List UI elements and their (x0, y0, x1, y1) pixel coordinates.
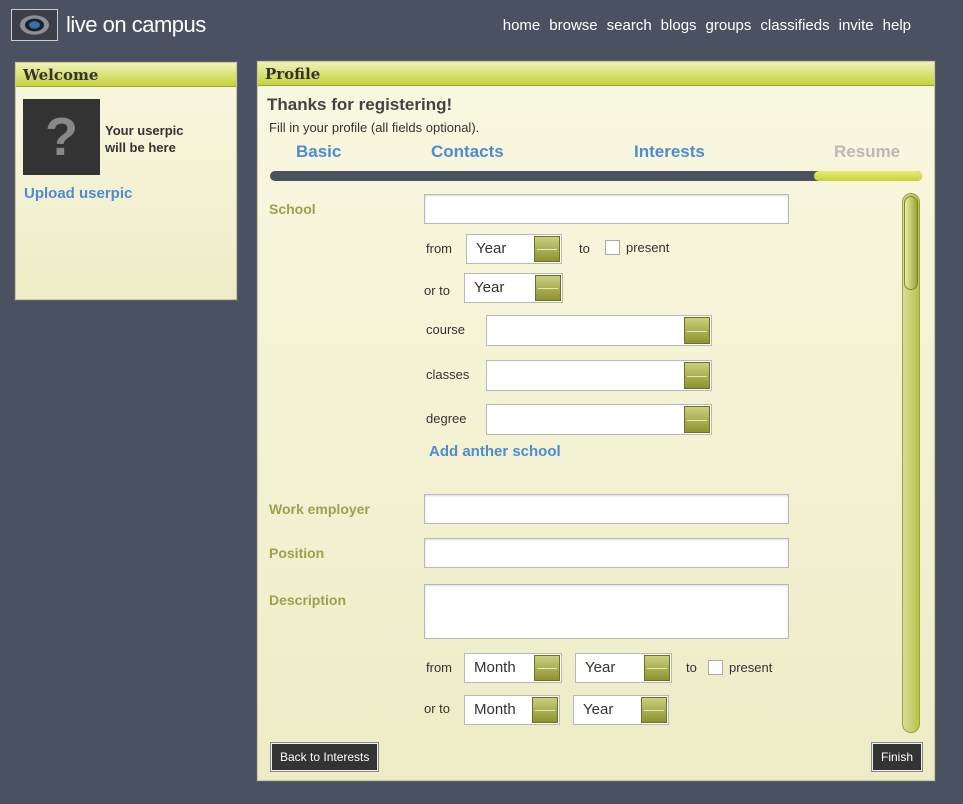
nav-search-link[interactable]: search (607, 17, 652, 34)
position-input[interactable] (424, 538, 789, 568)
profile-subtitle: Fill in your profile (all fields optiona… (269, 120, 480, 135)
classes-select[interactable] (486, 360, 712, 391)
work-present-label: present (729, 660, 773, 675)
nav-blogs-link[interactable]: blogs (661, 17, 697, 34)
work-or-to-year-select[interactable]: Year (573, 695, 669, 725)
nav-classifieds-link[interactable]: classifieds (760, 17, 829, 34)
work-from-month-value: Month (474, 659, 516, 676)
welcome-panel: Welcome ? Your userpic will be here Uplo… (15, 62, 237, 300)
nav-invite-link[interactable]: invite (839, 17, 874, 34)
progress-fill (814, 171, 922, 181)
nav-home-link[interactable]: home (503, 17, 541, 34)
school-present-label: present (626, 240, 670, 255)
work-from-month-select[interactable]: Month (464, 653, 562, 683)
description-textarea[interactable] (424, 584, 789, 639)
work-from-label: from (426, 660, 452, 675)
profile-panel-title: Profile (258, 62, 934, 86)
eye-logo-icon[interactable] (11, 9, 58, 41)
work-or-to-year-value: Year (583, 701, 614, 718)
school-or-to-year-select[interactable]: Year (464, 273, 563, 303)
school-to-label: to (579, 241, 590, 256)
userpic-hint-line1: Your userpic (105, 123, 184, 138)
classes-label: classes (426, 367, 470, 382)
school-or-to-label: or to (424, 283, 451, 298)
wizard-progress-bar (270, 171, 922, 181)
work-present-checkbox[interactable] (708, 660, 723, 675)
dropdown-arrow-icon[interactable] (644, 655, 670, 681)
brand-name[interactable]: live on campus (66, 12, 206, 38)
dropdown-arrow-icon[interactable] (534, 655, 560, 681)
step-resume: Resume (834, 142, 901, 161)
school-from-label: from (426, 241, 452, 256)
school-input[interactable] (424, 194, 789, 224)
nav-help-link[interactable]: help (883, 17, 911, 34)
dropdown-arrow-icon[interactable] (641, 697, 667, 723)
dropdown-arrow-icon[interactable] (534, 236, 560, 262)
school-present-checkbox[interactable] (605, 240, 620, 255)
thanks-heading: Thanks for registering! (267, 95, 453, 114)
dropdown-arrow-icon[interactable] (684, 317, 710, 344)
add-another-school-link[interactable]: Add anther school (429, 443, 561, 460)
work-to-label: to (686, 660, 697, 675)
school-or-to-year-value: Year (474, 279, 505, 296)
work-from-year-value: Year (585, 659, 616, 676)
dropdown-arrow-icon[interactable] (532, 697, 558, 723)
work-from-year-select[interactable]: Year (575, 653, 672, 683)
welcome-panel-title: Welcome (16, 63, 236, 87)
work-or-to-label: or to (424, 701, 451, 716)
step-basic[interactable]: Basic (296, 142, 341, 162)
main-nav: home browse search blogs groups classifi… (494, 17, 911, 34)
work-employer-input[interactable] (424, 494, 789, 524)
course-label: course (426, 322, 466, 337)
nav-groups-link[interactable]: groups (706, 17, 752, 34)
school-from-year-value: Year (476, 240, 507, 257)
userpic-placeholder: ? (23, 99, 100, 175)
scrollbar-thumb[interactable] (904, 196, 918, 290)
dropdown-arrow-icon[interactable] (535, 275, 561, 301)
dropdown-arrow-icon[interactable] (684, 362, 710, 389)
description-label: Description (269, 592, 347, 608)
profile-panel: Profile Thanks for registering! Fill in … (257, 61, 935, 781)
top-header: live on campus home browse search blogs … (0, 0, 963, 52)
degree-select[interactable] (486, 404, 712, 435)
step-contacts[interactable]: Contacts (431, 142, 504, 162)
work-or-to-month-select[interactable]: Month (464, 695, 560, 725)
userpic-hint-line2: will be here (105, 140, 176, 155)
position-label: Position (269, 545, 325, 561)
degree-label: degree (426, 411, 467, 426)
course-select[interactable] (486, 315, 712, 346)
userpic-hint: Your userpic will be here (105, 122, 215, 156)
back-to-interests-button[interactable]: Back to Interests (269, 742, 380, 772)
upload-userpic-link[interactable]: Upload userpic (24, 185, 132, 202)
nav-browse-link[interactable]: browse (549, 17, 597, 34)
form-scrollbar[interactable] (902, 193, 920, 733)
school-label: School (269, 201, 316, 217)
school-from-year-select[interactable]: Year (466, 234, 562, 264)
dropdown-arrow-icon[interactable] (684, 406, 710, 433)
finish-button[interactable]: Finish (870, 742, 924, 772)
work-employer-label: Work employer (269, 501, 370, 517)
work-or-to-month-value: Month (474, 701, 516, 718)
step-interests[interactable]: Interests (634, 142, 705, 162)
